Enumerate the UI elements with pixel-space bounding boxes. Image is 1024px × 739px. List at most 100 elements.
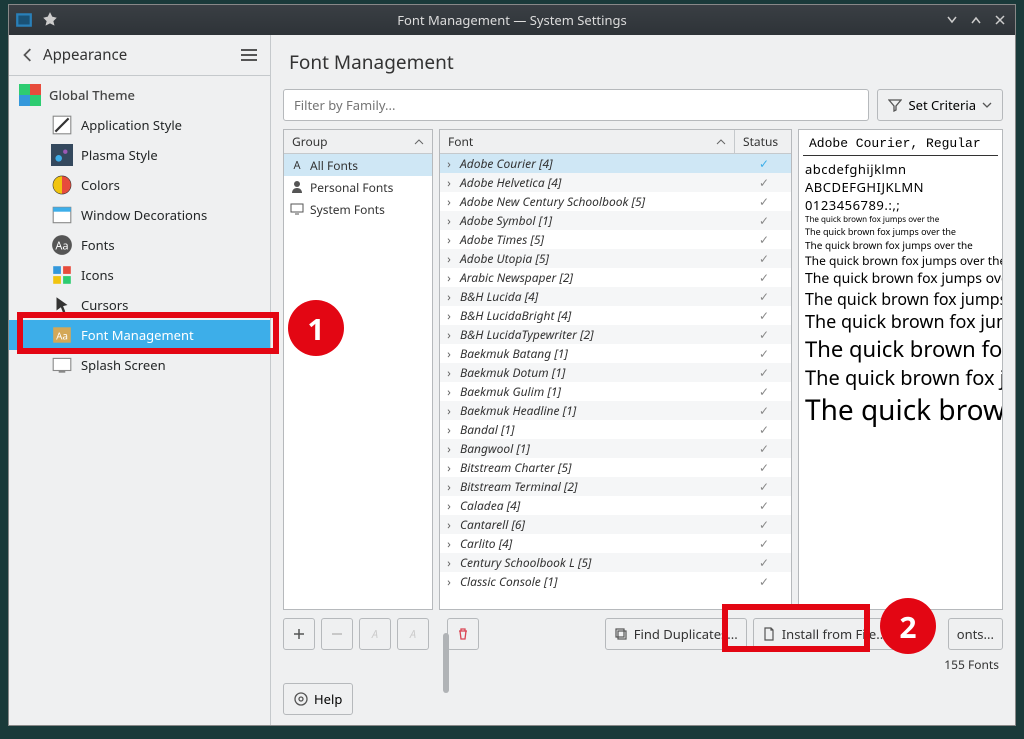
sidebar-item-splash-screen[interactable]: Splash Screen (9, 350, 270, 380)
filter-input[interactable] (283, 89, 869, 121)
font-row[interactable]: ›Bandal [1]✓ (440, 420, 791, 439)
get-new-fonts-button[interactable]: onts... (948, 618, 1003, 650)
disclosure-icon[interactable]: › (440, 193, 458, 210)
help-button[interactable]: Help (283, 683, 353, 715)
close-button[interactable] (991, 11, 1009, 29)
window-title: Font Management — System Settings (9, 11, 1015, 29)
font-row[interactable]: ›Carlito [4]✓ (440, 534, 791, 553)
svg-text:A: A (371, 627, 378, 641)
plasma-icon (51, 144, 73, 166)
duplicate-icon (614, 627, 628, 641)
font-row[interactable]: ›Adobe Helvetica [4]✓ (440, 173, 791, 192)
sidebar-item-global-theme[interactable]: Global Theme (9, 80, 270, 110)
font-row[interactable]: ›Adobe Symbol [1]✓ (440, 211, 791, 230)
disclosure-icon[interactable]: › (440, 364, 458, 381)
sidebar-item-plasma-style[interactable]: Plasma Style (9, 140, 270, 170)
file-icon (762, 627, 776, 641)
menu-icon[interactable] (240, 48, 258, 62)
font-row[interactable]: ›Baekmuk Headline [1]✓ (440, 401, 791, 420)
maximize-button[interactable] (967, 11, 985, 29)
remove-group-button[interactable] (321, 618, 353, 650)
delete-button[interactable] (447, 618, 479, 650)
font-header[interactable]: Font (440, 130, 735, 154)
colors-icon (51, 174, 73, 196)
disclosure-icon[interactable]: › (440, 497, 458, 514)
font-row[interactable]: ›Caladea [4]✓ (440, 496, 791, 515)
disclosure-icon[interactable]: › (440, 516, 458, 533)
group-all-fonts[interactable]: A All Fonts (284, 154, 432, 176)
disclosure-icon[interactable]: › (440, 307, 458, 324)
disclosure-icon[interactable]: › (440, 402, 458, 419)
font-row[interactable]: ›Arabic Newspaper [2]✓ (440, 268, 791, 287)
font-name: Carlito [4] (458, 535, 737, 552)
font-row[interactable]: ›Baekmuk Batang [1]✓ (440, 344, 791, 363)
font-column: Font Status ›Adobe Courier [4]✓›Adobe He… (439, 129, 792, 610)
minimize-button[interactable] (943, 11, 961, 29)
font-row[interactable]: ›B&H LucidaTypewriter [2]✓ (440, 325, 791, 344)
font-row[interactable]: ›Century Schoolbook L [5]✓ (440, 553, 791, 572)
font-row[interactable]: ›Cantarell [6]✓ (440, 515, 791, 534)
disable-button[interactable]: A (397, 618, 429, 650)
group-personal-fonts[interactable]: Personal Fonts (284, 176, 432, 198)
disclosure-icon[interactable]: › (440, 573, 458, 590)
font-row[interactable]: ›B&H Lucida [4]✓ (440, 287, 791, 306)
sidebar-back[interactable]: Appearance (9, 35, 270, 76)
font-row[interactable]: ›Bitstream Terminal [2]✓ (440, 477, 791, 496)
app-icon (15, 11, 33, 29)
disclosure-icon[interactable]: › (440, 250, 458, 267)
font-row[interactable]: ›Adobe Times [5]✓ (440, 230, 791, 249)
sidebar-item-cursors[interactable]: Cursors (9, 290, 270, 320)
disclosure-icon[interactable]: › (440, 440, 458, 457)
sidebar-item-label: Plasma Style (81, 146, 158, 164)
disclosure-icon[interactable]: › (440, 231, 458, 248)
font-row[interactable]: ›Bangwool [1]✓ (440, 439, 791, 458)
sidebar-item-font-management[interactable]: Aa Font Management (9, 320, 270, 350)
font-name: Caladea [4] (458, 497, 737, 514)
disclosure-icon[interactable]: › (440, 212, 458, 229)
sidebar-item-label: Application Style (81, 116, 182, 134)
toolbar: A A Find Duplicates... Install from File… (283, 618, 1003, 650)
disclosure-icon[interactable]: › (440, 288, 458, 305)
scrollbar-thumb[interactable] (443, 633, 449, 693)
sidebar-back-label: Appearance (43, 45, 240, 65)
font-row[interactable]: ›Adobe New Century Schoolbook [5]✓ (440, 192, 791, 211)
disclosure-icon[interactable]: › (440, 421, 458, 438)
status-check: ✓ (737, 402, 791, 419)
disclosure-icon[interactable]: › (440, 478, 458, 495)
font-row[interactable]: ›Baekmuk Dotum [1]✓ (440, 363, 791, 382)
sidebar-item-application-style[interactable]: Application Style (9, 110, 270, 140)
status-check: ✓ (737, 212, 791, 229)
status-header[interactable]: Status (735, 130, 791, 154)
disclosure-icon[interactable]: › (440, 155, 458, 172)
disclosure-icon[interactable]: › (440, 459, 458, 476)
status-check: ✓ (737, 440, 791, 457)
font-row[interactable]: ›Classic Console [1]✓ (440, 572, 791, 591)
disclosure-icon[interactable]: › (440, 174, 458, 191)
disclosure-icon[interactable]: › (440, 535, 458, 552)
disclosure-icon[interactable]: › (440, 383, 458, 400)
set-criteria-button[interactable]: Set Criteria (877, 89, 1003, 121)
disclosure-icon[interactable]: › (440, 326, 458, 343)
font-row[interactable]: ›B&H LucidaBright [4]✓ (440, 306, 791, 325)
font-row[interactable]: ›Bitstream Charter [5]✓ (440, 458, 791, 477)
status-check: ✓ (737, 288, 791, 305)
font-row[interactable]: ›Adobe Courier [4]✓ (440, 154, 791, 173)
group-header[interactable]: Group (284, 130, 432, 154)
enable-button[interactable]: A (359, 618, 391, 650)
disclosure-icon[interactable]: › (440, 554, 458, 571)
install-from-file-button[interactable]: Install from File... (753, 618, 896, 650)
disclosure-icon[interactable]: › (440, 269, 458, 286)
font-row[interactable]: ›Baekmuk Gulim [1]✓ (440, 382, 791, 401)
sidebar-item-fonts[interactable]: Aa Fonts (9, 230, 270, 260)
add-group-button[interactable] (283, 618, 315, 650)
disclosure-icon[interactable]: › (440, 345, 458, 362)
sidebar-item-window-decorations[interactable]: Window Decorations (9, 200, 270, 230)
sidebar-item-colors[interactable]: Colors (9, 170, 270, 200)
group-system-fonts[interactable]: System Fonts (284, 198, 432, 220)
sidebar-item-icons[interactable]: Icons (9, 260, 270, 290)
font-row[interactable]: ›Adobe Utopia [5]✓ (440, 249, 791, 268)
find-duplicates-button[interactable]: Find Duplicates... (605, 618, 747, 650)
pin-icon[interactable] (41, 11, 59, 29)
status-check: ✓ (737, 478, 791, 495)
status-check: ✓ (737, 174, 791, 191)
